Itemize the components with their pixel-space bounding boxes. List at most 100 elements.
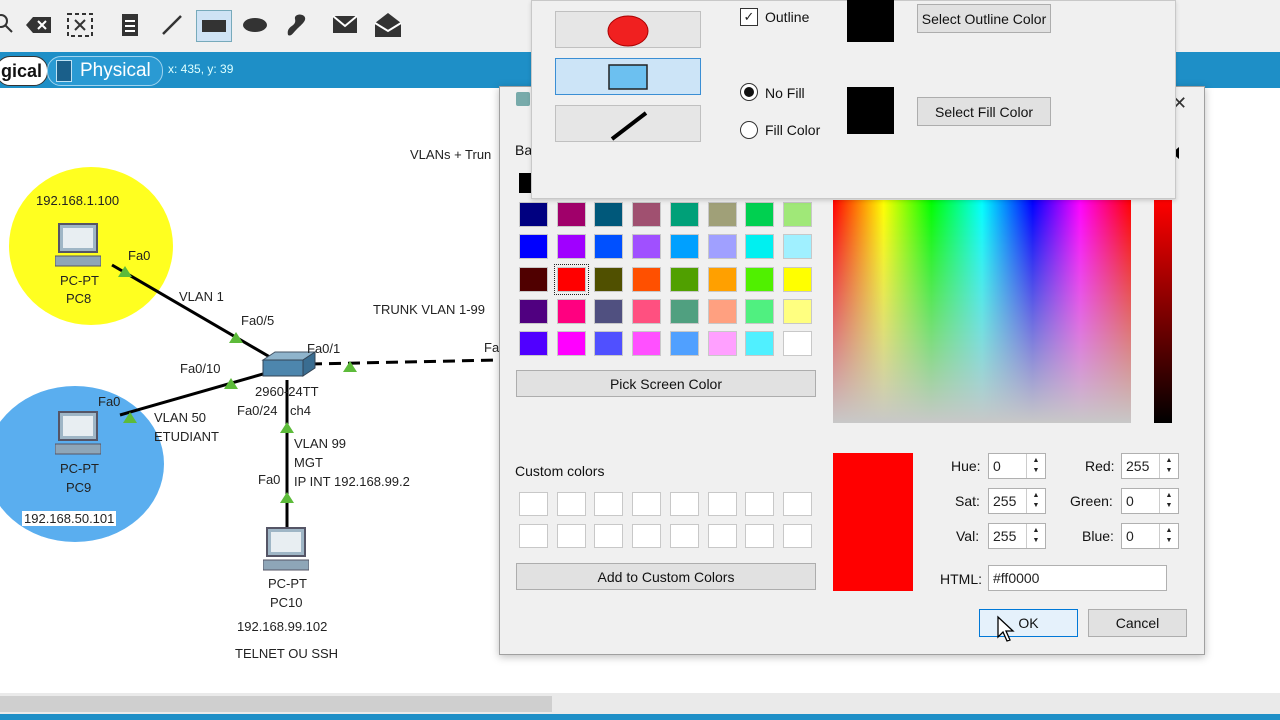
green-spinbox[interactable]: 0 ▲ ▼ [1121,488,1179,514]
pc8-computer-icon[interactable] [54,222,102,273]
pick-screen-color-button[interactable]: Pick Screen Color [516,370,816,397]
basic-color-swatch[interactable] [594,298,624,324]
basic-color-swatch[interactable] [782,331,812,357]
basic-color-swatch[interactable] [745,202,775,227]
basic-color-swatch[interactable] [782,202,812,227]
custom-color-slot[interactable] [594,524,624,548]
custom-color-slot[interactable] [669,492,699,516]
blue-value: 0 [1126,528,1134,544]
fa01-label: Fa0/1 [307,341,341,356]
red-value: 255 [1126,458,1150,474]
status-strip [0,714,1280,720]
basic-color-swatch[interactable] [745,298,775,324]
basic-color-swatch[interactable] [632,298,662,324]
line-shape-button[interactable] [555,105,701,142]
pc8-type-label: PC-PT [60,273,99,288]
basic-color-swatch[interactable] [556,331,586,357]
custom-color-slot[interactable] [669,524,699,548]
basic-color-swatch[interactable] [669,298,699,324]
basic-color-swatch[interactable] [707,331,737,357]
basic-color-swatch[interactable] [707,266,737,292]
basic-color-swatch[interactable] [519,234,548,260]
red-spinbox[interactable]: 255 ▲ ▼ [1121,453,1179,479]
ellipse-shape-button[interactable] [555,11,701,48]
horizontal-scrollbar[interactable] [0,693,1280,715]
custom-color-slot[interactable] [707,524,737,548]
add-to-custom-colors-button[interactable]: Add to Custom Colors [516,563,816,590]
basic-color-swatch[interactable] [782,298,812,324]
basic-color-swatch[interactable] [556,298,586,324]
basic-color-swatch[interactable] [632,266,662,292]
basic-color-swatch[interactable] [707,298,737,324]
custom-color-slot[interactable] [632,524,662,548]
vlan50-label: VLAN 50 [154,410,207,425]
spin-arrows-icon[interactable]: ▲ ▼ [1159,454,1178,478]
basic-color-swatch[interactable] [519,202,548,227]
custom-color-slot[interactable] [556,524,586,548]
val-spinbox[interactable]: 255 ▲ ▼ [988,523,1046,549]
basic-color-swatch[interactable] [632,331,662,357]
basic-color-swatch[interactable] [669,331,699,357]
no-fill-radio[interactable] [740,83,758,101]
ok-button[interactable]: OK [979,609,1078,637]
green-label: Green: [1070,493,1113,509]
basic-color-swatch[interactable] [745,266,775,292]
pc9-ip-label: 192.168.50.101 [22,511,117,526]
basic-color-swatch[interactable] [707,234,737,260]
basic-color-swatch[interactable] [556,234,586,260]
basic-color-swatch[interactable] [594,234,624,260]
line-shape-icon [610,110,648,141]
custom-color-slot[interactable] [707,492,737,516]
basic-color-swatch[interactable] [519,266,548,292]
rectangle-shape-button[interactable] [555,58,701,95]
spin-arrows-icon[interactable]: ▲ ▼ [1159,489,1178,513]
pc9-computer-icon[interactable] [54,410,102,461]
outline-checkbox[interactable]: ✓ [740,8,758,26]
basic-color-swatch[interactable] [782,234,812,260]
basic-color-swatch[interactable] [556,202,586,227]
basic-color-swatch[interactable] [669,234,699,260]
custom-color-slot[interactable] [745,524,775,548]
basic-color-swatch[interactable] [553,263,589,295]
basic-color-swatch[interactable] [519,331,548,357]
red-label: Red: [1085,458,1115,474]
blue-spinbox[interactable]: 0 ▲ ▼ [1121,523,1179,549]
basic-color-swatch[interactable] [519,298,548,324]
basic-color-swatch[interactable] [594,202,624,227]
basic-color-swatch[interactable] [594,266,624,292]
sat-spinbox[interactable]: 255 ▲ ▼ [988,488,1046,514]
basic-color-swatch[interactable] [669,266,699,292]
select-fill-color-button[interactable]: Select Fill Color [917,97,1051,126]
spin-arrows-icon[interactable]: ▲ ▼ [1026,524,1045,548]
fa024-label: Fa0/24 [237,403,278,418]
basic-color-swatch[interactable] [669,202,699,227]
basic-color-swatch[interactable] [745,331,775,357]
spin-arrows-icon[interactable]: ▲ ▼ [1026,489,1045,513]
custom-color-slot[interactable] [782,524,812,548]
basic-color-swatch[interactable] [594,331,624,357]
pc10-computer-icon[interactable] [262,526,310,577]
basic-color-swatch[interactable] [707,202,737,227]
custom-color-slot[interactable] [519,524,548,548]
scrollbar-thumb[interactable] [0,696,552,712]
spin-arrows-icon[interactable]: ▲ ▼ [1159,524,1178,548]
basic-color-swatch[interactable] [745,234,775,260]
trunk-label: TRUNK VLAN 1-99 [373,302,485,317]
custom-color-slot[interactable] [632,492,662,516]
custom-color-slot[interactable] [745,492,775,516]
custom-color-slot[interactable] [519,492,548,516]
fill-color-radio[interactable] [740,121,758,139]
basic-color-swatch[interactable] [782,266,812,292]
value-slider[interactable] [1154,200,1172,423]
cancel-button[interactable]: Cancel [1088,609,1187,637]
basic-color-swatch[interactable] [632,202,662,227]
custom-color-slot[interactable] [594,492,624,516]
color-spectrum[interactable] [833,200,1131,423]
hue-spinbox[interactable]: 0 ▲ ▼ [988,453,1046,479]
select-outline-color-button[interactable]: Select Outline Color [917,4,1051,33]
custom-color-slot[interactable] [782,492,812,516]
basic-color-swatch[interactable] [632,234,662,260]
spin-arrows-icon[interactable]: ▲ ▼ [1026,454,1045,478]
custom-color-slot[interactable] [556,492,586,516]
html-input[interactable]: #ff0000 [988,565,1167,591]
